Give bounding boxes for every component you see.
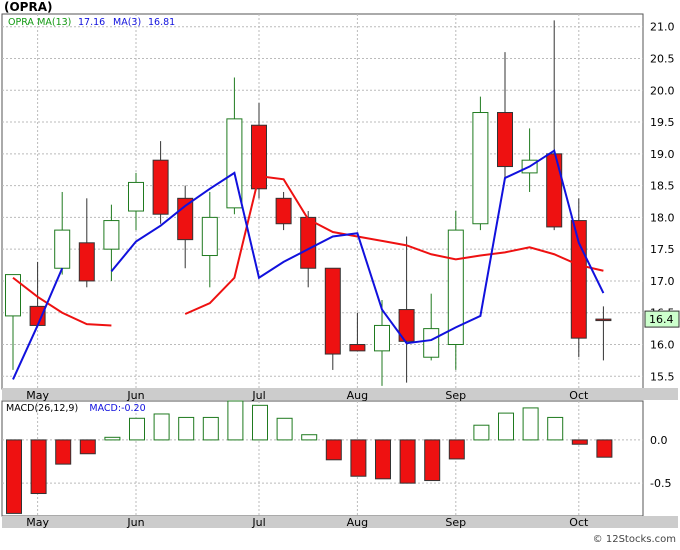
price-tick-label: 15.5	[650, 370, 675, 383]
candle-body	[29, 305, 46, 326]
macd-legend-item: MACD(26,12,9)	[6, 403, 78, 414]
macd-bar	[104, 436, 121, 441]
price-tick-label: 17.0	[650, 275, 675, 288]
price-tick-label: 18.5	[650, 180, 675, 193]
candle-body	[128, 181, 144, 212]
chart-svg: (OPRA) © 12Stocks.com 15.516.016.517.017…	[1, 0, 680, 545]
macd-bar	[55, 439, 72, 465]
candle-body	[374, 324, 390, 352]
last-price-label: 16.4	[649, 313, 674, 326]
month-tick-label: Aug	[347, 389, 368, 402]
macd-month-tick-label: Jun	[126, 516, 144, 529]
candle-body	[570, 220, 587, 339]
candle-body	[546, 153, 563, 228]
macd-month-tick-label: Sep	[445, 516, 466, 529]
macd-bar	[252, 404, 268, 441]
candle-body	[78, 242, 95, 282]
month-tick-label: Jun	[126, 389, 144, 402]
price-legend-item: 17.16	[78, 17, 105, 28]
price-tick-label: 21.0	[650, 21, 675, 34]
macd-bar	[448, 439, 465, 460]
macd-bar	[202, 416, 219, 441]
candle-body	[201, 216, 218, 257]
macd-bar	[79, 439, 96, 455]
macd-bar	[325, 439, 342, 461]
price-legend-item: MA(3)	[113, 17, 141, 28]
month-tick-label: Jul	[251, 389, 265, 402]
chart-title: (OPRA)	[4, 0, 53, 14]
macd-bar	[375, 439, 391, 480]
price-legend-item: OPRA	[8, 17, 34, 28]
watermark: © 12Stocks.com	[593, 534, 676, 545]
candle-body	[497, 112, 513, 168]
candle-body	[472, 112, 489, 225]
macd-bar	[522, 407, 539, 441]
macd-month-tick-label: Oct	[569, 516, 589, 529]
macd-bar	[30, 439, 47, 495]
macd-bar	[276, 417, 293, 441]
month-tick-label: Sep	[445, 389, 466, 402]
candle-body	[275, 197, 292, 225]
month-tick-label: May	[26, 389, 49, 402]
macd-bar	[571, 439, 588, 445]
price-legend-item: MA(13)	[37, 17, 71, 28]
candle-body	[349, 344, 366, 352]
macd-month-tick-label: Aug	[347, 516, 368, 529]
macd-month-tick-label: Jul	[251, 516, 265, 529]
candle-body	[324, 267, 341, 355]
macd-bar	[473, 424, 490, 441]
candle-body	[103, 220, 120, 250]
macd-bar	[596, 439, 613, 458]
stock-chart: (OPRA) © 12Stocks.com 15.516.016.517.017…	[0, 0, 680, 546]
macd-bar	[399, 439, 416, 484]
macd-tick-label: 0.0	[650, 434, 668, 447]
month-tick-label: Oct	[569, 389, 589, 402]
macd-bar	[301, 434, 318, 441]
price-tick-label: 19.0	[650, 148, 675, 161]
macd-legend-item: MACD:-0.20	[89, 403, 145, 414]
macd-bar	[6, 439, 22, 514]
candle-body	[423, 328, 440, 358]
macd-bar	[424, 439, 441, 482]
candle-body	[300, 216, 317, 269]
candle-body	[595, 318, 612, 322]
macd-bar	[498, 412, 514, 441]
price-tick-label: 19.5	[650, 116, 675, 129]
macd-bar	[129, 417, 145, 441]
candle-body	[54, 229, 71, 269]
price-tick-label: 20.5	[650, 52, 675, 65]
price-tick-label: 17.5	[650, 243, 675, 256]
macd-bar	[227, 400, 244, 441]
price-tick-label: 16.0	[650, 339, 675, 352]
price-tick-label: 18.0	[650, 211, 675, 224]
macd-bar	[178, 416, 195, 441]
price-legend-item: 16.81	[148, 17, 175, 28]
candle	[472, 96, 489, 231]
price-tick-label: 20.0	[650, 84, 675, 97]
macd-panel	[1, 400, 644, 517]
candle-body	[152, 159, 169, 215]
macd-month-tick-label: May	[26, 516, 49, 529]
macd-bar	[350, 439, 367, 477]
macd-bar	[153, 413, 170, 441]
macd-tick-label: -0.5	[650, 477, 671, 490]
candle-body	[177, 197, 194, 241]
macd-bar	[547, 416, 564, 441]
